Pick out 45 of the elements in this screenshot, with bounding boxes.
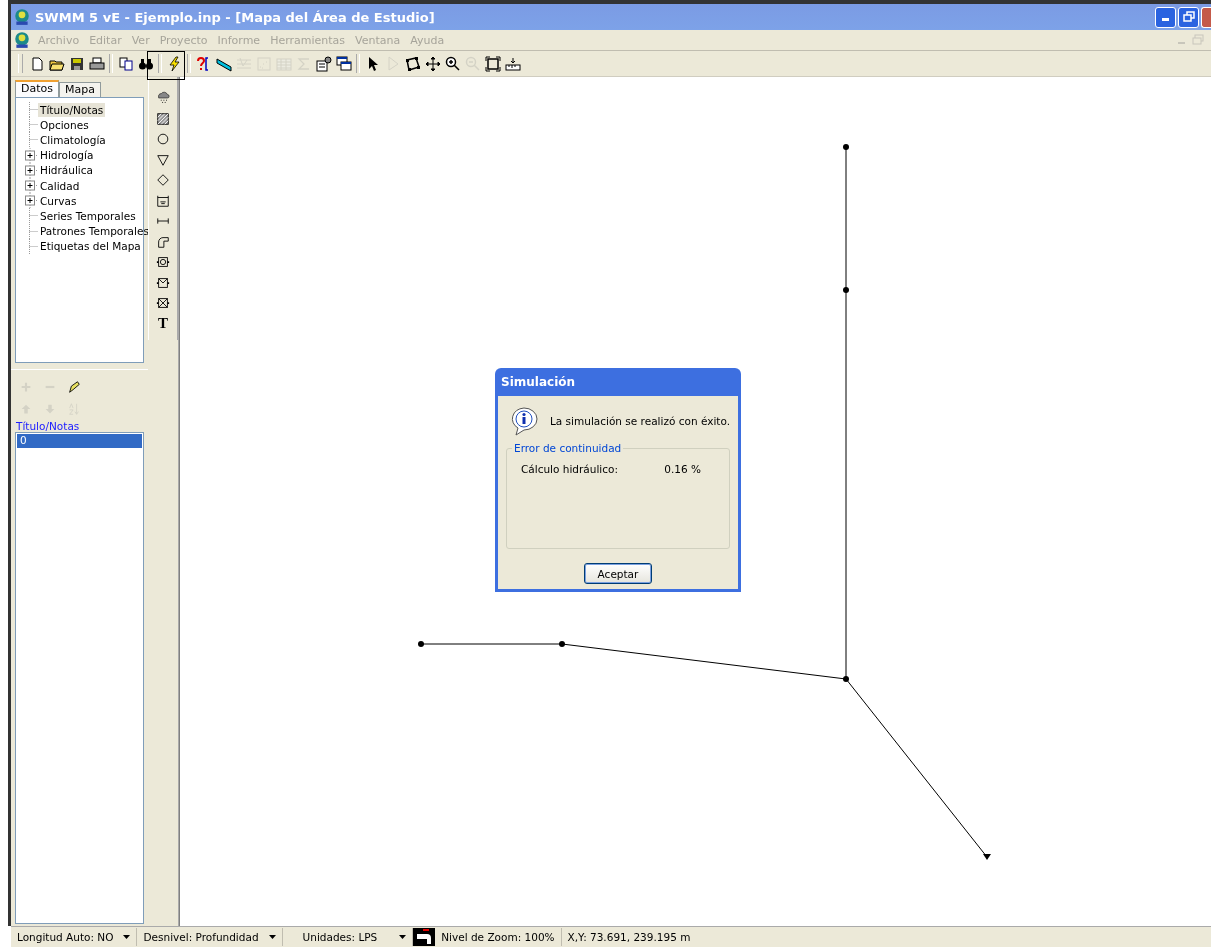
tree-item[interactable]: Patrones Temporales [38, 224, 151, 239]
subcatchment-tool-icon[interactable] [154, 110, 172, 127]
restore-button[interactable] [1178, 6, 1199, 28]
text-label-tool[interactable]: T [154, 315, 172, 332]
tree-line [29, 238, 38, 254]
row-value: 0.16 % [664, 463, 701, 475]
group-title: Error de continuidad [512, 442, 624, 454]
tree-item[interactable]: Curvas [38, 193, 79, 208]
tree-item[interactable]: Series Temporales [38, 208, 138, 223]
caret-icon [123, 935, 131, 939]
divider-tool-icon[interactable] [154, 172, 172, 189]
coordinates: X,Y: 73.691, 239.195 m [567, 931, 691, 943]
callout-box [147, 51, 185, 80]
tree-line [29, 132, 38, 148]
tree-item[interactable]: Climatología [38, 132, 108, 147]
caret-icon [268, 935, 276, 939]
accept-button[interactable]: Aceptar [584, 563, 652, 584]
window-title: SWMM 5 vE - Ejemplo.inp - [Mapa del Área de Estudio] [35, 9, 435, 25]
caret-icon [399, 935, 407, 939]
units-dropdown[interactable]: Unidades: LPS [302, 931, 407, 943]
close-button[interactable] [1201, 6, 1211, 28]
dialog-message: La simulación se realizó con éxito. [550, 415, 730, 427]
tree-item[interactable]: Calidad [38, 178, 82, 193]
tab[interactable]: Mapa [59, 82, 101, 98]
list-heading: Título/Notas [15, 419, 81, 432]
tree-line [29, 102, 38, 118]
tree-item[interactable]: Hidráulica [38, 163, 95, 178]
row-label: Cálculo hidráulico: [521, 463, 618, 475]
restore-icon [1182, 11, 1195, 23]
tree-line [29, 208, 38, 224]
offset-dropdown[interactable]: Desnivel: Profundidad [143, 931, 276, 943]
tree-line [29, 223, 38, 239]
flow-units-icon [413, 928, 436, 946]
app-logo-icon [13, 31, 31, 49]
tree-item[interactable]: Opciones [38, 117, 91, 132]
app-logo-icon [13, 8, 31, 26]
list-item[interactable]: 0 [17, 434, 142, 448]
tree-item[interactable]: Etiquetas del Mapa [38, 239, 143, 254]
tree-item[interactable]: Título/Notas [38, 102, 106, 117]
zoom-level: Nivel de Zoom: 100% [441, 931, 555, 943]
tree-line [29, 117, 38, 133]
minimize-button[interactable] [1155, 6, 1176, 28]
tree-item[interactable]: Hidrología [38, 148, 96, 163]
dialog-title: Simulación [500, 374, 577, 391]
auto-length-dropdown[interactable]: Longitud Auto: NO [17, 931, 131, 943]
